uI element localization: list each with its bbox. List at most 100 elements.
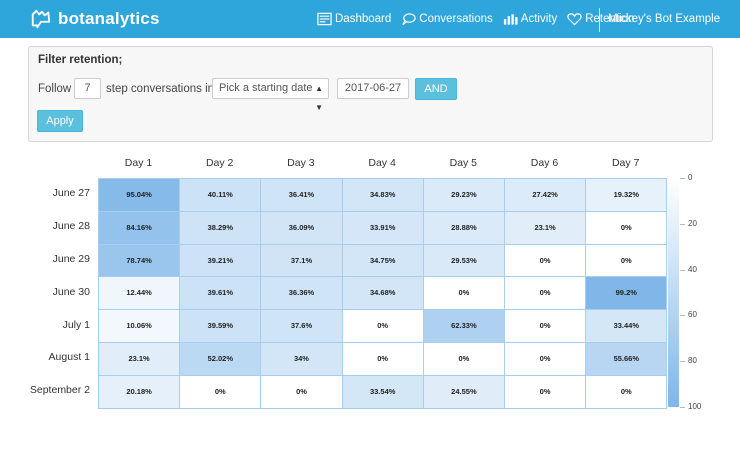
heatmap-cell[interactable]: 34.83% <box>341 178 424 212</box>
row-header: June 30 <box>52 285 90 298</box>
filter-title: Filter retention; <box>38 54 123 66</box>
heatmap-cell[interactable]: 39.61% <box>179 276 262 311</box>
row-header: June 27 <box>52 187 90 200</box>
apply-button[interactable]: Apply <box>37 110 83 132</box>
heatmap-cell[interactable]: 52.02% <box>179 342 262 376</box>
brand-name: botanalytics <box>58 9 160 28</box>
row-header: June 29 <box>52 253 90 265</box>
heatmap-cell[interactable]: 29.23% <box>422 178 505 212</box>
heatmap-cell[interactable]: 10.06% <box>98 309 181 343</box>
heatmap-cell[interactable]: 39.59% <box>179 309 262 343</box>
heatmap-cell[interactable]: 36.09% <box>260 210 343 245</box>
heatmap-cell[interactable]: 78.74% <box>98 243 181 278</box>
heatmap-cell[interactable]: 36.36% <box>260 276 343 311</box>
heatmap-cell[interactable]: 36.41% <box>260 178 343 212</box>
heatmap-cell[interactable]: 99.2% <box>585 276 668 311</box>
heatmap-cell[interactable]: 23.1% <box>98 342 181 376</box>
heatmap-cell[interactable]: 0% <box>260 374 343 409</box>
row-header: August 1 <box>48 351 90 364</box>
heatmap-cell[interactable]: 0% <box>585 210 668 245</box>
heatmap-cell[interactable]: 27.42% <box>504 178 587 212</box>
heatmap-cell[interactable]: 20.18% <box>98 374 181 409</box>
filter-panel: Filter retention; Follow 7 step conversa… <box>28 46 713 142</box>
heatmap-cell[interactable]: 37.6% <box>260 309 343 343</box>
nav-conversations-label: Conversations <box>419 13 493 25</box>
heatmap-cell[interactable]: 0% <box>422 342 505 376</box>
legend-tick-label: 60 <box>688 310 697 320</box>
nav-divider <box>599 8 600 32</box>
nav-conversations[interactable]: Conversations <box>401 12 493 26</box>
heatmap-cell[interactable]: 0% <box>504 309 587 343</box>
heatmap-cell[interactable]: 95.04% <box>98 178 181 212</box>
heatmap-cell[interactable]: 34.75% <box>341 243 424 278</box>
nav-activity-label: Activity <box>520 13 558 25</box>
row-header: July 1 <box>62 318 90 331</box>
column-header: Day 6 <box>530 157 559 169</box>
date-input[interactable]: 2017-06-27 <box>337 78 409 99</box>
heatmap-cell[interactable]: 23.1% <box>504 210 587 245</box>
legend-tick <box>680 407 685 408</box>
row-header: June 28 <box>52 220 90 233</box>
column-header: Day 5 <box>449 157 478 169</box>
heatmap-cell[interactable]: 0% <box>422 276 505 311</box>
starting-date-select[interactable]: Pick a starting date ▲ ▼ <box>212 78 329 112</box>
row-header: September 2 <box>29 384 90 397</box>
heatmap-cell[interactable]: 24.55% <box>422 374 505 409</box>
legend-tick <box>680 315 685 317</box>
heatmap-cell[interactable]: 84.16% <box>98 210 181 245</box>
heatmap-cell[interactable]: 40.11% <box>179 178 262 212</box>
heatmap-cell[interactable]: 0% <box>504 374 587 409</box>
heatmap-cell[interactable]: 0% <box>504 276 587 311</box>
legend-tick <box>680 178 685 179</box>
heatmap-cell[interactable]: 33.54% <box>341 374 424 409</box>
heatmap-cell[interactable]: 38.29% <box>179 210 262 245</box>
heatmap-cell[interactable]: 0% <box>504 243 587 278</box>
heatmap-cell[interactable]: 34.68% <box>341 276 424 311</box>
heatmap-cell[interactable]: 55.66% <box>585 342 668 376</box>
steps-input[interactable]: 7 <box>74 78 101 99</box>
color-scale-bar <box>668 178 679 407</box>
legend-tick-label: 20 <box>688 218 697 228</box>
heatmap-cell[interactable]: 19.32% <box>585 178 668 212</box>
brand-logo[interactable]: botanalytics <box>30 6 160 32</box>
follow-label: Follow <box>38 83 72 95</box>
heatmap-cell[interactable]: 0% <box>504 342 587 376</box>
dashboard-icon <box>317 12 332 26</box>
nav-dashboard[interactable]: Dashboard <box>317 12 391 26</box>
legend-tick <box>680 361 685 363</box>
heatmap-cell[interactable]: 33.44% <box>585 309 668 343</box>
heatmap-cell[interactable]: 0% <box>341 342 424 376</box>
heatmap-cell[interactable]: 62.33% <box>422 309 505 343</box>
and-button[interactable]: AND <box>415 78 457 100</box>
heatmap-cell[interactable]: 0% <box>341 309 424 343</box>
legend-tick-label: 80 <box>688 356 697 366</box>
heatmap-cell[interactable]: 33.91% <box>341 210 424 245</box>
legend-tick <box>680 223 685 225</box>
heatmap-cell[interactable]: 29.53% <box>422 243 505 278</box>
nav-activity[interactable]: Activity <box>503 12 557 26</box>
bot-selector[interactable]: Mickey's Bot Example <box>608 0 720 38</box>
nav-dashboard-label: Dashboard <box>335 13 392 25</box>
heatmap-cell[interactable]: 28.88% <box>422 210 505 245</box>
column-header: Day 3 <box>287 157 315 169</box>
column-header: Day 4 <box>368 157 396 169</box>
heatmap-cell[interactable]: 39.21% <box>179 243 262 278</box>
heatmap-cell[interactable]: 0% <box>179 374 262 409</box>
legend-tick-label: 0 <box>688 173 693 182</box>
select-caret-icon: ▲ ▼ <box>315 84 323 112</box>
heatmap-cell[interactable]: 37.1% <box>260 243 343 278</box>
heart-icon <box>567 13 582 26</box>
botanalytics-logo-icon <box>31 9 51 29</box>
column-header: Day 7 <box>611 157 640 169</box>
heatmap-cell[interactable]: 0% <box>585 243 668 278</box>
legend-tick-label: 40 <box>688 264 697 274</box>
top-navbar: botanalytics Dashboard Conversations Act… <box>0 0 740 38</box>
heatmap-cell[interactable]: 34% <box>260 342 343 376</box>
column-header: Day 1 <box>124 157 153 169</box>
conversations-icon <box>402 13 416 26</box>
starting-date-select-value: Pick a starting date <box>219 82 313 94</box>
heatmap-cell[interactable]: 0% <box>585 374 668 409</box>
main-nav: Dashboard Conversations Activity Retenti… <box>317 0 644 38</box>
step-conversations-label: step conversations in <box>106 83 215 95</box>
heatmap-cell[interactable]: 12.44% <box>98 276 181 311</box>
